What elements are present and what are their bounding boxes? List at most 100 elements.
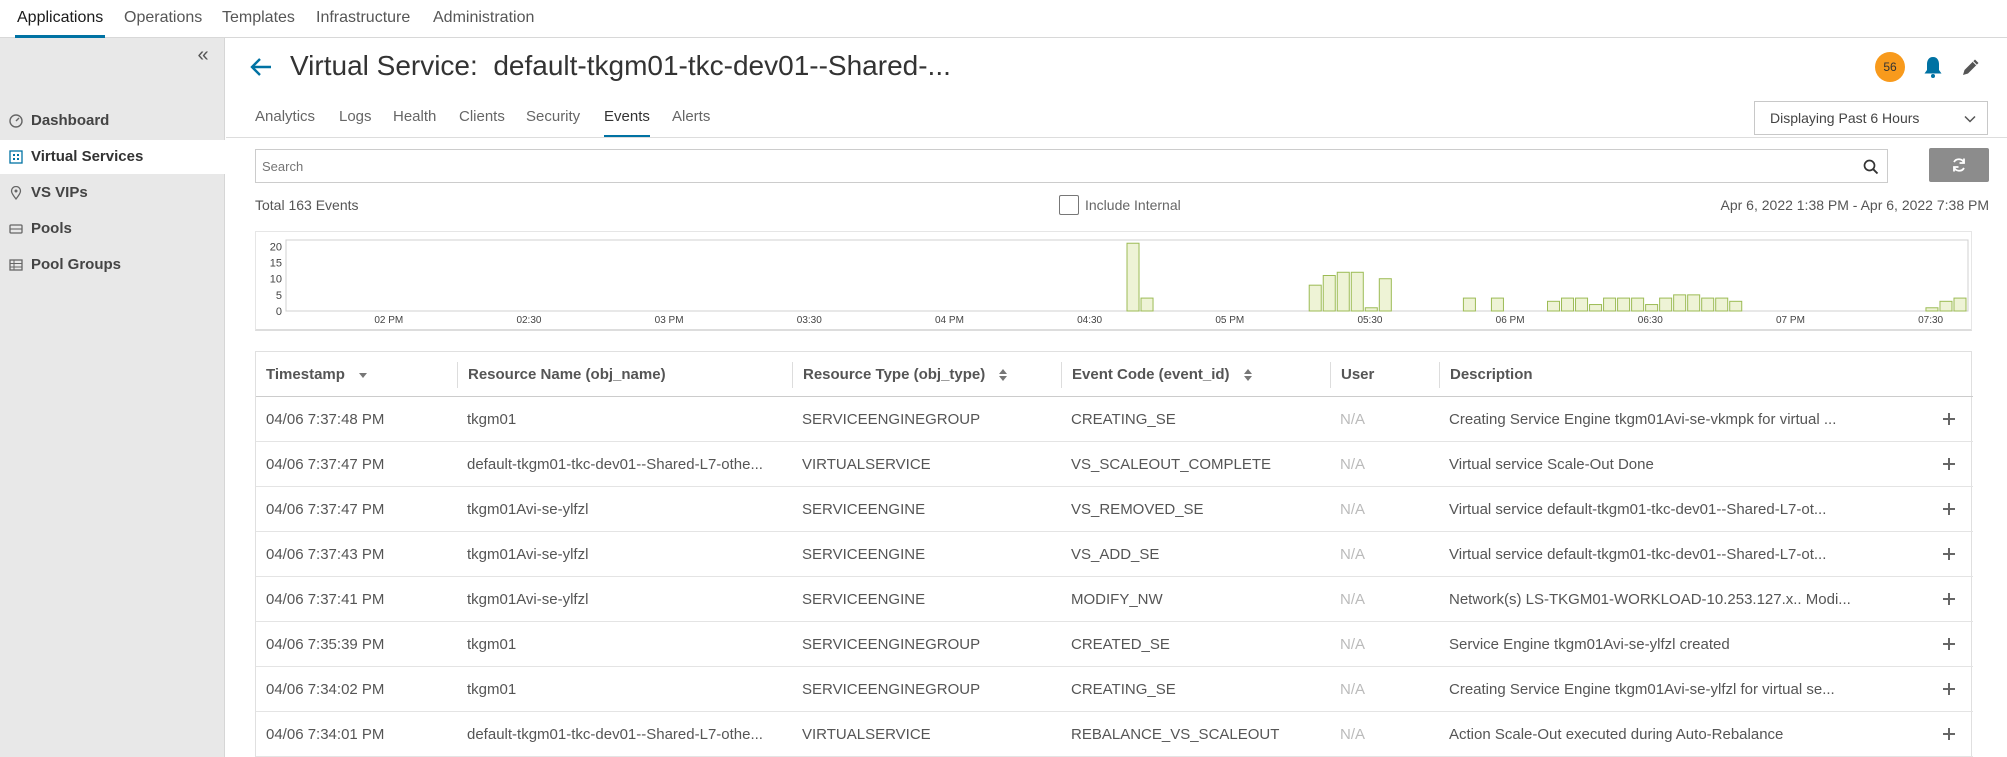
sort-both-icon bbox=[999, 369, 1008, 382]
x-tick-label: 05:30 bbox=[1357, 315, 1382, 326]
expand-plus-icon[interactable] bbox=[1941, 501, 1957, 517]
cell-user: N/A bbox=[1340, 681, 1366, 698]
histogram-bar bbox=[1308, 284, 1322, 312]
cell-description: Action Scale-Out executed during Auto-Re… bbox=[1449, 726, 1784, 743]
x-tick-label: 02:30 bbox=[516, 315, 541, 326]
y-tick-label: 10 bbox=[270, 274, 282, 286]
tab-analytics[interactable]: Analytics bbox=[255, 100, 315, 138]
cell-description: Creating Service Engine tkgm01Avi-se-ylf… bbox=[1449, 681, 1835, 698]
sidebar-item-pool-groups[interactable]: Pool Groups bbox=[0, 248, 225, 282]
col-resource-name[interactable]: Resource Name (obj_name) bbox=[457, 362, 666, 388]
sidebar: « Dashboard Virtual Services VS VIPs Poo… bbox=[0, 38, 225, 757]
sidebar-item-vs-vips[interactable]: VS VIPs bbox=[0, 176, 225, 210]
sort-desc-icon bbox=[359, 373, 368, 379]
tab-applications[interactable]: Applications bbox=[15, 0, 106, 38]
tab-administration[interactable]: Administration bbox=[431, 0, 536, 38]
table-row[interactable]: 04/06 7:34:02 PM tkgm01 SERVICEENGINEGROUP… bbox=[256, 667, 1973, 712]
pool-groups-icon bbox=[9, 259, 23, 271]
events-histogram-svg: 20 15 10 5 0 02 PM 02:30 03 PM 03:30 04 PM 04:30 05… bbox=[270, 239, 1969, 326]
col-user[interactable]: User bbox=[1330, 362, 1374, 388]
cell-event-code: VS_REMOVED_SE bbox=[1071, 501, 1204, 518]
tab-operations[interactable]: Operations bbox=[122, 0, 204, 38]
tab-infrastructure[interactable]: Infrastructure bbox=[314, 0, 412, 38]
tab-health[interactable]: Health bbox=[393, 100, 436, 138]
table-row[interactable]: 04/06 7:37:43 PM tkgm01Avi-se-ylfzl SERVIC… bbox=[256, 532, 1973, 577]
cell-description: Service Engine tkgm01Avi-se-ylfzl create… bbox=[1449, 636, 1730, 653]
search-icon[interactable] bbox=[1863, 159, 1879, 175]
time-range-select[interactable]: Displaying Past 6 Hours bbox=[1754, 101, 1988, 135]
search-input[interactable] bbox=[256, 150, 1836, 182]
expand-plus-icon[interactable] bbox=[1941, 591, 1957, 607]
cell-description: Creating Service Engine tkgm01Avi-se-vkm… bbox=[1449, 411, 1837, 428]
tab-clients[interactable]: Clients bbox=[459, 100, 505, 138]
alert-count-badge[interactable]: 56 bbox=[1875, 52, 1905, 82]
events-table: Timestamp Resource Name (obj_name) Resou… bbox=[255, 351, 1973, 757]
cell-description: Network(s) LS-TKGM01-WORKLOAD-10.253.127… bbox=[1449, 591, 1851, 608]
x-tick-label: 06:30 bbox=[1638, 315, 1663, 326]
tab-alerts[interactable]: Alerts bbox=[672, 100, 710, 138]
back-arrow-icon[interactable] bbox=[248, 54, 274, 80]
histogram-bar bbox=[1939, 300, 1953, 312]
expand-plus-icon[interactable] bbox=[1941, 636, 1957, 652]
table-row[interactable]: 04/06 7:37:47 PM default-tkgm01-tkc-dev01… bbox=[256, 442, 1973, 487]
sidebar-item-label: Pools bbox=[31, 220, 72, 237]
x-tick-label: 04 PM bbox=[935, 315, 964, 326]
expand-plus-icon[interactable] bbox=[1941, 456, 1957, 472]
col-timestamp[interactable]: Timestamp bbox=[256, 352, 369, 397]
events-histogram: 20 15 10 5 0 02 PM 02:30 03 PM 03:30 04 PM 04:30 05… bbox=[255, 231, 1972, 331]
x-tick-label: 06 PM bbox=[1496, 315, 1525, 326]
bell-icon[interactable] bbox=[1922, 55, 1944, 79]
x-tick-label: 02 PM bbox=[374, 315, 403, 326]
table-row[interactable]: 04/06 7:34:01 PM default-tkgm01-tkc-dev01… bbox=[256, 712, 1973, 757]
histogram-bar bbox=[1687, 294, 1701, 312]
cell-resource-type: SERVICEENGINE bbox=[802, 546, 926, 563]
cell-event-code: CREATING_SE bbox=[1071, 411, 1176, 428]
tab-logs[interactable]: Logs bbox=[339, 100, 372, 138]
search-box bbox=[255, 149, 1888, 183]
sidebar-item-pools[interactable]: Pools bbox=[0, 212, 225, 246]
x-tick-label: 07 PM bbox=[1776, 315, 1805, 326]
cell-timestamp: 04/06 7:34:01 PM bbox=[266, 726, 385, 743]
table-row[interactable]: 04/06 7:37:41 PM tkgm01Avi-se-ylfzl SERVIC… bbox=[256, 577, 1973, 622]
histogram-bar bbox=[1701, 297, 1715, 312]
histogram-bar bbox=[1462, 297, 1476, 312]
col-event-code[interactable]: Event Code (event_id) bbox=[1061, 362, 1254, 388]
tab-security[interactable]: Security bbox=[526, 100, 580, 138]
include-internal-checkbox[interactable] bbox=[1059, 195, 1079, 215]
histogram-bar bbox=[1953, 297, 1967, 312]
sidebar-item-virtual-services[interactable]: Virtual Services bbox=[0, 140, 225, 174]
table-row[interactable]: 04/06 7:35:39 PM tkgm01 SERVICEENGINEGROUP… bbox=[256, 622, 1973, 667]
time-range-value: Displaying Past 6 Hours bbox=[1770, 110, 1920, 126]
double-chevron-left-icon[interactable]: « bbox=[192, 45, 214, 68]
histogram-bar bbox=[1140, 297, 1154, 312]
col-resource-type[interactable]: Resource Type (obj_type) bbox=[792, 362, 1009, 388]
cell-event-code: VS_ADD_SE bbox=[1071, 546, 1160, 563]
time-range-label: Apr 6, 2022 1:38 PM - Apr 6, 2022 7:38 P… bbox=[1720, 197, 1990, 213]
cell-description: Virtual service default-tkgm01-tkc-dev01… bbox=[1449, 546, 1827, 563]
cell-resource-name: tkgm01 bbox=[467, 681, 517, 698]
expand-plus-icon[interactable] bbox=[1941, 411, 1957, 427]
y-tick-label: 5 bbox=[276, 290, 282, 302]
tab-templates[interactable]: Templates bbox=[220, 0, 297, 38]
expand-plus-icon[interactable] bbox=[1941, 546, 1957, 562]
col-label: User bbox=[1341, 366, 1375, 383]
refresh-button[interactable] bbox=[1929, 148, 1989, 182]
cell-timestamp: 04/06 7:37:43 PM bbox=[266, 546, 385, 563]
table-row[interactable]: 04/06 7:37:47 PM tkgm01Avi-se-ylfzl SERVIC… bbox=[256, 487, 1973, 532]
col-description[interactable]: Description bbox=[1439, 362, 1533, 388]
cell-timestamp: 04/06 7:35:39 PM bbox=[266, 636, 385, 653]
cell-resource-type: SERVICEENGINE bbox=[802, 591, 926, 608]
histogram-bar bbox=[1126, 242, 1140, 312]
tab-events[interactable]: Events bbox=[604, 100, 650, 138]
histogram-bar bbox=[1603, 297, 1617, 312]
expand-plus-icon[interactable] bbox=[1941, 681, 1957, 697]
table-row[interactable]: 04/06 7:37:48 PM tkgm01 SERVICEENGINEGROUP… bbox=[256, 397, 1973, 442]
histogram-bar bbox=[1617, 297, 1631, 312]
histogram-bar bbox=[1645, 304, 1659, 312]
expand-plus-icon[interactable] bbox=[1941, 726, 1957, 742]
x-tick-label: 05 PM bbox=[1215, 315, 1244, 326]
cell-timestamp: 04/06 7:37:47 PM bbox=[266, 501, 385, 518]
histogram-bar bbox=[1575, 297, 1589, 312]
edit-pencil-icon[interactable] bbox=[1960, 56, 1982, 78]
histogram-bar bbox=[1925, 307, 1939, 312]
